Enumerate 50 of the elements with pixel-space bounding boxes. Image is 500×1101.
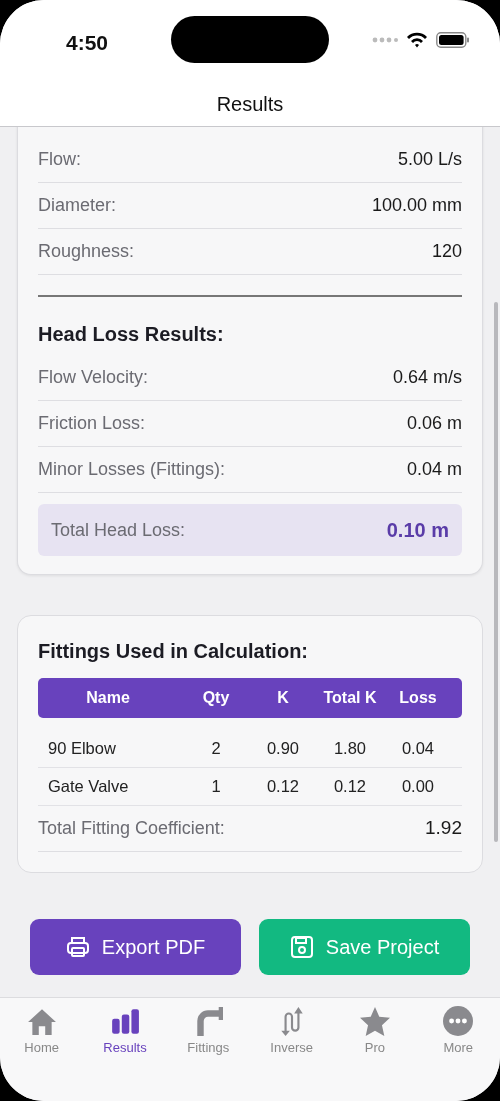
signal-icon <box>372 36 398 43</box>
row-value: 100.00 mm <box>371 194 462 217</box>
column-header: Loss <box>398 688 438 708</box>
row-value: 120 <box>431 240 462 263</box>
column-header: K <box>276 688 290 708</box>
table-cell-text: 0.12 <box>265 776 301 798</box>
section-title: Head Loss Results: <box>38 322 225 347</box>
total-value: 0.10 m <box>386 518 449 543</box>
row-label: Roughness: <box>38 240 135 263</box>
page-title: Results <box>215 92 285 117</box>
table-cell-text: 0.12 <box>332 776 368 798</box>
table-cell-text: 90 Elbow <box>47 738 117 760</box>
row-label: Friction Loss: <box>38 412 146 435</box>
table-cell-text: 0.04 <box>400 738 436 760</box>
printer-icon <box>65 935 90 959</box>
battery-icon <box>436 31 470 48</box>
row-label: Total Fitting Coefficient: <box>38 817 225 840</box>
row-value: 0.64 m/s <box>392 366 462 389</box>
column-header: Total K <box>322 688 378 708</box>
column-header: Qty <box>201 688 231 708</box>
total-label: Total Head Loss: <box>51 518 186 542</box>
save-project-button[interactable]: Save Project <box>259 919 470 975</box>
more-icon <box>443 1006 474 1036</box>
row-value: 0.04 m <box>406 458 462 481</box>
tab-item[interactable]: Results <box>83 1006 167 1064</box>
tab-item[interactable]: Fittings <box>166 1006 250 1064</box>
table-cell-text: 0.00 <box>400 776 436 798</box>
tab-item[interactable]: Inverse <box>250 1006 334 1064</box>
table-cell-text: 0.90 <box>265 738 301 760</box>
row-value: 1.92 <box>425 816 462 841</box>
tab-item[interactable]: Home <box>0 1006 84 1064</box>
wifi-icon <box>406 31 428 48</box>
tab-item[interactable]: Pro <box>333 1006 417 1064</box>
row-label: Flow: <box>38 148 81 171</box>
section-title: Fittings Used in Calculation: <box>38 639 309 664</box>
tab-item[interactable]: More <box>416 1006 500 1064</box>
row-value: 5.00 L/s <box>397 148 462 171</box>
table-cell-text: Gate Valve <box>47 776 130 798</box>
table-cell-text: 2 <box>210 738 222 760</box>
export-pdf-button[interactable]: Export PDF <box>30 919 241 975</box>
row-value: 0.06 m <box>406 412 462 435</box>
row-label: Flow Velocity: <box>38 366 149 389</box>
star-icon <box>359 1006 390 1036</box>
bar-chart-icon <box>110 1006 140 1036</box>
row-label: Diameter: <box>38 194 117 217</box>
status-time: 4:50 <box>66 30 109 56</box>
table-cell-text: 1.80 <box>332 738 368 760</box>
table-cell-text: 1 <box>210 776 222 798</box>
row-label: Minor Losses (Fittings): <box>38 458 226 481</box>
column-header: Name <box>85 688 131 708</box>
